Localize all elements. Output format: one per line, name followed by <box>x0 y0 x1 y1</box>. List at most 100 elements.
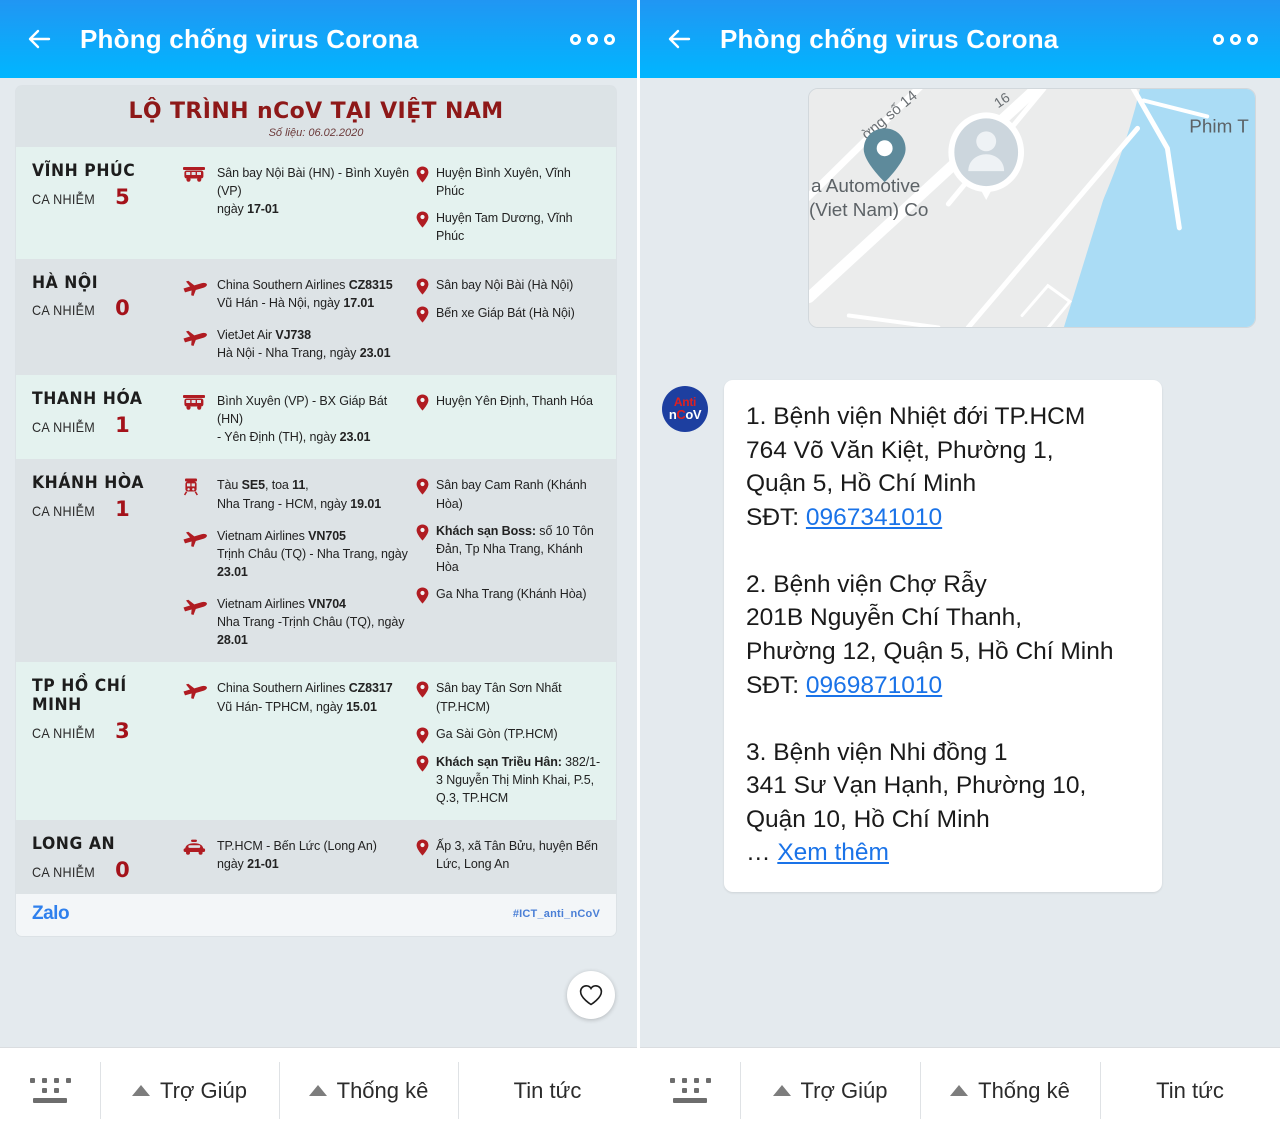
province-name: THANH HÓA <box>32 389 143 409</box>
map-pin-icon <box>416 392 429 411</box>
message-line: SĐT: 0969871010 <box>746 671 943 699</box>
menu-item-tro-giup[interactable]: Trợ Giúp <box>740 1048 920 1133</box>
menu-item-thong-ke[interactable]: Thống kê <box>279 1048 458 1133</box>
place-text: Ga Sài Gòn (TP.HCM) <box>436 726 558 741</box>
map-label: (Viet Nam) Co <box>809 200 928 221</box>
route-text: VietJet Air VJ738 Hà Nội - Nha Trang, ngà… <box>217 327 391 360</box>
route-text: Vietnam Airlines VN704 Nha Trang -Trịnh C… <box>217 597 405 648</box>
place-list: Sân bay Nội Bài (Hà Nội) Bến xe Giáp Bát … <box>412 272 602 363</box>
route-text: Bình Xuyên (VP) - BX Giáp Bát (HN) - Yên … <box>217 394 388 445</box>
page-title: Phòng chống virus Corona <box>80 23 419 54</box>
favorite-button[interactable] <box>567 971 615 1019</box>
place-item: Sân bay Nội Bài (Hà Nội) <box>416 276 602 295</box>
content-scroll-area-left[interactable]: LỘ TRÌNH nCoV TẠI VIỆT NAM Số liệu: 06.0… <box>0 78 637 1047</box>
car-icon <box>182 837 208 873</box>
message-link[interactable]: 0969871010 <box>806 672 942 699</box>
message-line: 341 Sư Vạn Hạnh, Phường 10, <box>746 772 1087 800</box>
back-arrow-icon[interactable] <box>662 19 702 59</box>
heart-icon <box>579 984 603 1006</box>
route-item: Vietnam Airlines VN705 Trịnh Châu (TQ) - … <box>182 527 412 581</box>
message-line: 764 Võ Văn Kiệt, Phường 1, <box>746 436 1054 464</box>
chat-message-bubble[interactable]: 1. Bệnh viện Nhiệt đới TP.HCM 764 Võ Văn … <box>724 380 1162 892</box>
place-item: Sân bay Tân Sơn Nhất (TP.HCM) <box>416 679 602 715</box>
menu-item-label: Trợ Giúp <box>800 1077 888 1103</box>
province-summary: TP HỒ CHÍ MINH CA NHIỄM 3 <box>32 675 182 807</box>
infographic-header: LỘ TRÌNH nCoV TẠI VIỆT NAM Số liệu: 06.0… <box>16 86 616 147</box>
keyboard-button[interactable] <box>640 1048 740 1133</box>
map-pin-icon <box>416 679 429 715</box>
back-arrow-icon[interactable] <box>22 19 62 59</box>
menu-item-label: Tin tức <box>513 1077 582 1103</box>
place-item: Khách sạn Triều Hân: 382/1-3 Nguyễn Thị … <box>416 753 602 807</box>
menu-item-tin-tuc[interactable]: Tin tức <box>458 1048 637 1133</box>
route-text: Sân bay Nội Bài (HN) - Bình Xuyên (VP) ng… <box>217 166 409 217</box>
train-icon <box>182 476 208 512</box>
place-item: Khách sạn Boss: số 10 Tôn Đản, Tp Nha Tr… <box>416 522 602 576</box>
menu-item-thong-ke[interactable]: Thống kê <box>920 1048 1100 1133</box>
keyboard-button[interactable] <box>0 1048 100 1133</box>
bus-icon <box>182 392 208 446</box>
menu-item-tro-giup[interactable]: Trợ Giúp <box>100 1048 279 1133</box>
message-line: 1. Bệnh viện Nhiệt đới TP.HCM <box>746 403 1086 430</box>
map-pin-icon <box>416 522 429 576</box>
place-text: Ấp 3, xã Tân Bửu, huyện Bến Lức, Long An <box>436 839 598 872</box>
content-scroll-area-right[interactable]: ờng số 14 16 a Automotive (Viet Nam) Co … <box>640 78 1280 1047</box>
route-text: TP.HCM - Bến Lức (Long An) ngày 21-01 <box>217 839 377 872</box>
caret-up-icon <box>772 1085 791 1096</box>
map-preview-card[interactable]: ờng số 14 16 a Automotive (Viet Nam) Co … <box>808 88 1256 328</box>
province-name: TP HỒ CHÍ MINH <box>32 676 127 716</box>
infographic-footer: Zalo #ICT_anti_nCoV <box>16 893 616 936</box>
bottom-toolbar-right: Trợ Giúp Thống kê Tin tức <box>640 1047 1280 1133</box>
province-row: LONG AN CA NHIỄM 0 TP.HCM - Bến Lức (Long A… <box>16 820 616 894</box>
message-line: … Xem thêm <box>746 839 889 867</box>
route-item: VietJet Air VJ738 Hà Nội - Nha Trang, ngà… <box>182 326 412 362</box>
map-pin-icon <box>416 476 429 512</box>
plane-icon <box>182 595 208 649</box>
message-line: Phường 12, Quận 5, Hồ Chí Minh <box>746 637 1114 665</box>
place-item: Ấp 3, xã Tân Bửu, huyện Bến Lức, Long An <box>416 837 602 873</box>
right-phone-screen: Phòng chống virus Corona ờng số 14 16 a … <box>640 0 1280 1133</box>
message-line: Quận 5, Hồ Chí Minh <box>746 470 977 498</box>
place-item: Huyện Yên Định, Thanh Hóa <box>416 392 602 411</box>
app-header-right: Phòng chống virus Corona <box>640 0 1280 78</box>
plane-icon <box>182 527 208 581</box>
place-text: Khách sạn Boss: số 10 Tôn Đản, Tp Nha Tr… <box>436 523 594 574</box>
message-line: SĐT: 0967341010 <box>746 503 943 531</box>
province-summary: VĨNH PHÚC CA NHIỄM 5 <box>32 160 182 246</box>
chat-message-row: Anti nCoV 1. Bệnh viện Nhiệt đới TP.HCM 7… <box>662 380 1262 892</box>
more-options-icon[interactable] <box>1213 33 1258 45</box>
message-link[interactable]: 0967341010 <box>806 504 942 531</box>
province-name: HÀ NỘI <box>32 272 99 293</box>
province-cases: CA NHIỄM 0 <box>32 859 182 881</box>
place-list: Ấp 3, xã Tân Bửu, huyện Bến Lức, Long An <box>412 833 602 881</box>
route-list: Sân bay Nội Bài (HN) - Bình Xuyên (VP) ng… <box>182 160 412 246</box>
infographic-card[interactable]: LỘ TRÌNH nCoV TẠI VIỆT NAM Số liệu: 06.0… <box>16 86 616 936</box>
more-options-icon[interactable] <box>570 33 615 45</box>
province-name: LONG AN <box>32 834 116 854</box>
place-text: Ga Nha Trang (Khánh Hòa) <box>436 587 587 601</box>
bus-icon <box>182 164 208 218</box>
menu-item-tin-tuc[interactable]: Tin tức <box>1100 1048 1280 1133</box>
place-text: Sân bay Nội Bài (Hà Nội) <box>436 277 574 292</box>
map-pin-icon <box>416 276 429 295</box>
cases-count: 1 <box>115 497 130 522</box>
route-list: Tàu SE5, toa 11, Nha Trang - HCM, ngày 19… <box>182 472 412 649</box>
province-cases: CA NHIỄM 1 <box>32 412 182 437</box>
place-item: Ga Sài Gòn (TP.HCM) <box>416 725 602 744</box>
map-pin-icon <box>416 585 429 604</box>
map-pin-icon <box>416 753 429 807</box>
place-item: Ga Nha Trang (Khánh Hòa) <box>416 585 602 604</box>
map-pin-icon <box>416 209 429 245</box>
route-item: Sân bay Nội Bài (HN) - Bình Xuyên (VP) ng… <box>182 164 412 218</box>
menu-item-label: Thống kê <box>978 1077 1070 1103</box>
message-link[interactable]: Xem thêm <box>777 839 889 866</box>
message-line: 3. Bệnh viện Nhi đồng 1 <box>746 738 1008 766</box>
map-pin-icon <box>416 725 429 744</box>
cases-count: 1 <box>115 412 130 437</box>
dual-screenshot-container: Phòng chống virus Corona LỘ TRÌNH nCoV T… <box>0 0 1280 1133</box>
place-item: Sân bay Cam Ranh (Khánh Hòa) <box>416 476 602 512</box>
cases-count: 3 <box>115 718 130 743</box>
avatar[interactable]: Anti nCoV <box>662 386 708 432</box>
cases-label: CA NHIỄM <box>32 418 96 435</box>
map-pin-icon <box>416 164 429 200</box>
